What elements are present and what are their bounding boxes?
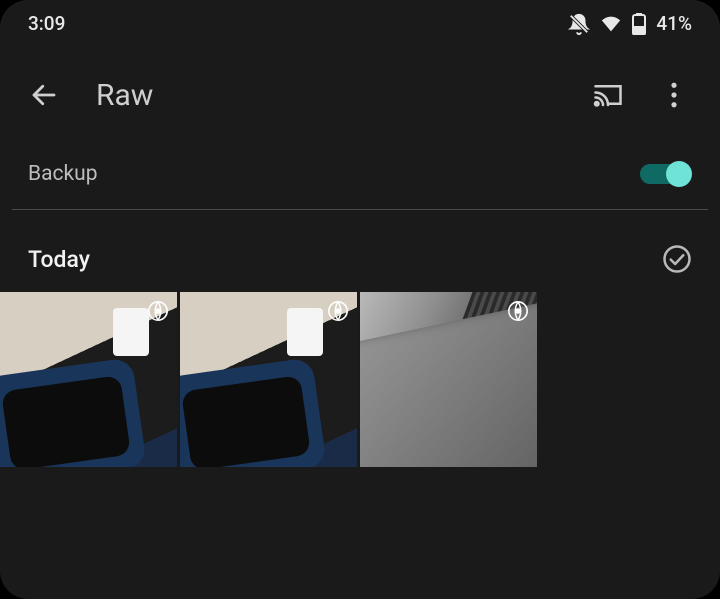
backup-label: Backup: [28, 162, 98, 186]
section-title: Today: [28, 246, 90, 273]
raw-badge-icon: [147, 300, 169, 322]
backup-row: Backup: [0, 147, 720, 209]
photo-grid: [0, 292, 720, 467]
raw-badge-icon: [507, 300, 529, 322]
cast-button[interactable]: [588, 75, 628, 115]
notifications-off-icon: [568, 13, 590, 35]
app-bar-actions: [588, 75, 694, 115]
battery-percentage: 41%: [656, 12, 692, 35]
status-time: 3:09: [28, 12, 65, 35]
section-header: Today: [0, 210, 720, 292]
app-bar: Raw: [0, 43, 720, 147]
select-all-button[interactable]: [662, 244, 692, 274]
back-button[interactable]: [22, 73, 66, 117]
photo-thumbnail[interactable]: [180, 292, 357, 467]
battery-icon: [632, 13, 646, 35]
status-bar: 3:09 41%: [0, 0, 720, 43]
page-title: Raw: [96, 78, 588, 113]
photo-thumbnail[interactable]: [0, 292, 177, 467]
backup-toggle[interactable]: [640, 161, 692, 187]
status-right: 41%: [568, 12, 692, 35]
raw-badge-icon: [327, 300, 349, 322]
photo-thumbnail[interactable]: [360, 292, 537, 467]
toggle-thumb: [666, 161, 692, 187]
wifi-icon: [600, 14, 622, 34]
more-button[interactable]: [654, 75, 694, 115]
